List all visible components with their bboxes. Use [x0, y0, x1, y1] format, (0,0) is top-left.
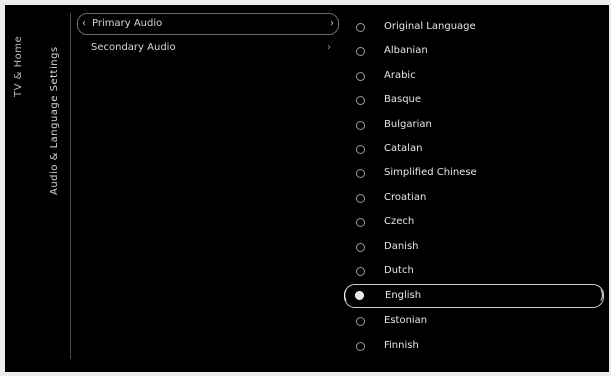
radio-icon — [356, 144, 365, 154]
submenu-item-label: Secondary Audio — [91, 42, 176, 53]
language-label: Bulgarian — [384, 118, 432, 130]
language-option[interactable]: Basque — [350, 88, 606, 112]
radio-icon — [356, 193, 365, 203]
submenu-item-primary-audio[interactable]: ‹ Primary Audio › — [77, 13, 339, 35]
language-option[interactable]: Croatian — [350, 186, 606, 210]
submenu-item-secondary-audio[interactable]: Secondary Audio › — [77, 37, 339, 59]
language-option[interactable]: Czech — [350, 210, 606, 234]
language-option-selected[interactable]: ( English ) — [343, 284, 604, 309]
language-label: Dutch — [384, 264, 414, 276]
language-label: Croatian — [384, 191, 427, 203]
language-label: Simplified Chinese — [384, 167, 477, 179]
language-label: Danish — [384, 240, 419, 252]
language-label: Finnish — [384, 339, 419, 351]
rail-title: TV & Home — [13, 35, 24, 97]
language-option[interactable]: Original Language — [350, 15, 606, 39]
language-label: Catalan — [384, 142, 423, 154]
language-option[interactable]: Finnish — [350, 334, 606, 358]
language-option[interactable]: Dutch — [350, 259, 606, 283]
radio-icon — [356, 169, 365, 179]
chevron-right-icon: › — [327, 42, 331, 53]
focus-left-bracket-icon: ‹ — [82, 18, 86, 29]
language-option[interactable]: Arabic — [350, 64, 606, 88]
audio-submenu: ‹ Primary Audio › Secondary Audio › — [77, 11, 339, 361]
language-option[interactable]: Bulgarian — [350, 113, 606, 137]
radio-icon — [356, 71, 365, 81]
language-option[interactable]: Danish — [350, 235, 606, 259]
language-label: Arabic — [384, 69, 416, 81]
radio-icon — [356, 120, 365, 130]
focus-right-bracket-icon: ) — [599, 288, 604, 303]
radio-icon — [356, 96, 365, 106]
focus-right-bracket-icon: › — [330, 18, 334, 29]
settings-screen: TV & Home Audio & Language Settings ‹ Pr… — [5, 5, 609, 372]
language-option[interactable]: Estonian — [350, 309, 606, 333]
radio-icon — [356, 47, 365, 57]
rail-section[interactable]: Audio & Language Settings — [49, 46, 60, 195]
language-label: Estonian — [384, 315, 428, 327]
radio-icon — [356, 266, 365, 276]
language-label: Basque — [384, 94, 422, 106]
language-label: English — [385, 290, 422, 302]
focus-left-bracket-icon: ( — [343, 288, 348, 303]
language-list: Original Language Albanian Arabic Basque… — [343, 15, 606, 358]
radio-icon — [356, 341, 365, 351]
language-option[interactable]: Simplified Chinese — [350, 161, 606, 185]
language-label: Czech — [384, 216, 415, 228]
side-rail: TV & Home Audio & Language Settings — [5, 5, 73, 372]
submenu-item-label: Primary Audio — [92, 18, 163, 29]
radio-selected-icon — [355, 291, 364, 301]
language-option[interactable]: Catalan — [350, 137, 606, 161]
radio-icon — [356, 242, 365, 252]
radio-icon — [356, 23, 365, 32]
rail-divider — [70, 13, 71, 359]
radio-icon — [356, 218, 365, 228]
language-label: Original Language — [384, 21, 476, 32]
language-label: Albanian — [384, 45, 428, 57]
language-option[interactable]: Albanian — [350, 39, 606, 63]
radio-icon — [356, 317, 365, 327]
